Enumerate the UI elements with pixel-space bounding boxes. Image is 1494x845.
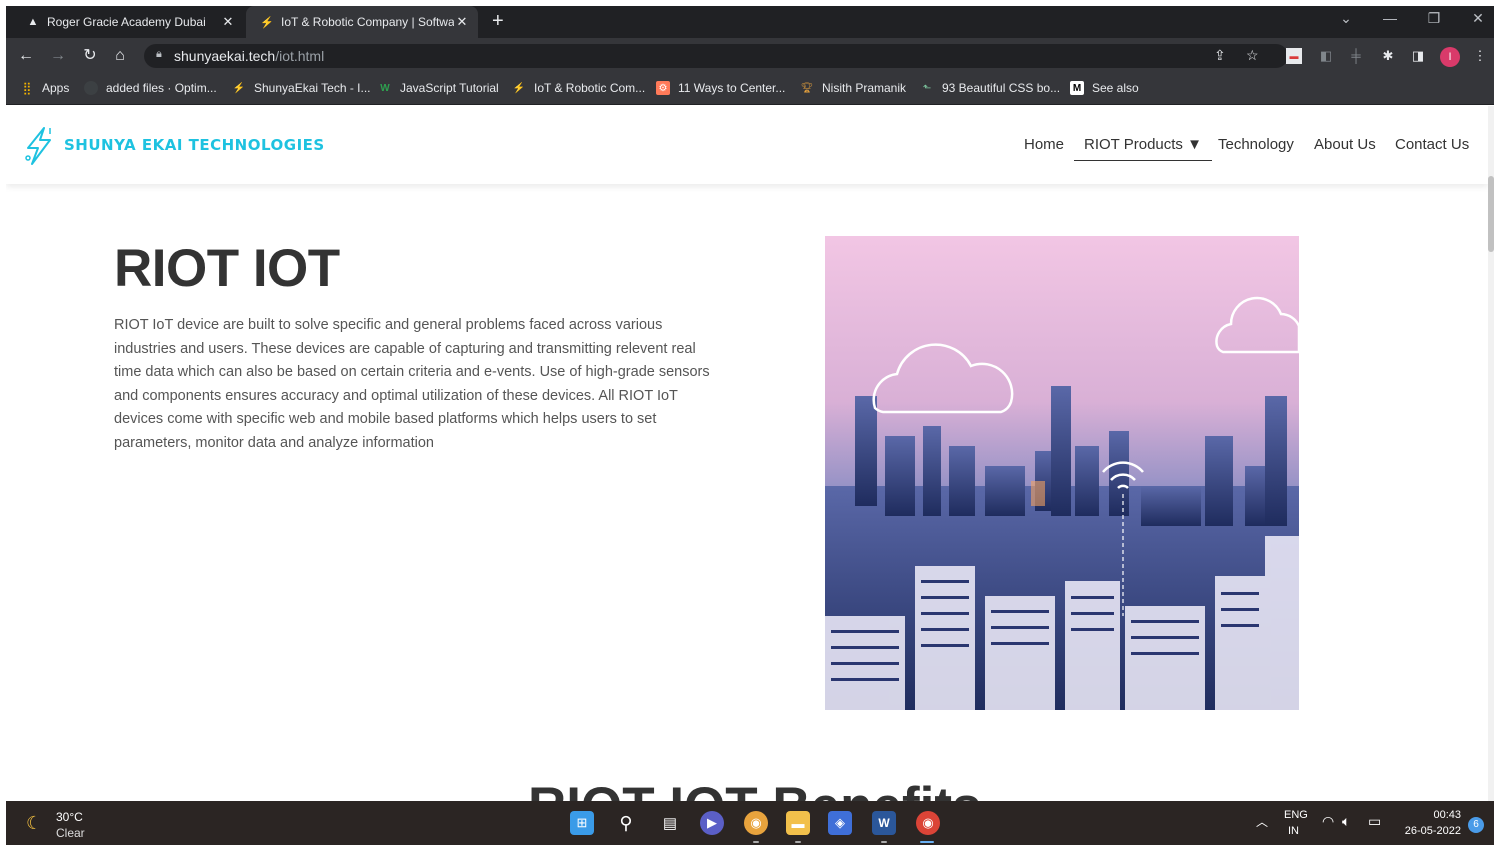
share-icon[interactable]: ⇪ — [1214, 47, 1226, 64]
moon-icon[interactable]: ☾ — [26, 813, 42, 834]
puzzle-icon[interactable]: ✱ — [1380, 48, 1396, 64]
restore-button[interactable]: ❐ — [1422, 10, 1446, 27]
nav-home[interactable]: Home — [1024, 136, 1064, 153]
battery-icon[interactable]: ▭ — [1368, 813, 1381, 830]
tab-roger-gracie[interactable]: ▲ Roger Gracie Academy Dubai ✕ — [12, 6, 244, 38]
browser-window: ▲ Roger Gracie Academy Dubai ✕ ⚡ IoT & R… — [6, 6, 1494, 845]
shunya-logo-icon: ⚡ — [232, 82, 246, 94]
forward-arrow-icon[interactable]: → — [48, 46, 68, 66]
language-indicator[interactable]: ENG — [1284, 809, 1308, 821]
browser-toolbar: ← → ↻ ⌂ 🔒︎ shunyaekai.tech/iot.html ⇪ ☆ … — [6, 38, 1494, 74]
teams-chat-icon[interactable]: ▶ — [700, 811, 724, 835]
extension-icon[interactable]: ╪ — [1348, 48, 1364, 64]
close-tab-icon[interactable]: ✕ — [220, 14, 236, 30]
shunya-logo-icon: ⚡ — [512, 82, 526, 94]
w3schools-icon: W — [380, 82, 390, 94]
tab-title: IoT & Robotic Company | Softwa — [281, 15, 454, 29]
star-icon[interactable]: ☆ — [1246, 47, 1259, 64]
nav-contact-us[interactable]: Contact Us — [1395, 136, 1469, 153]
nav-riot-products[interactable]: RIOT Products ▼ — [1074, 136, 1212, 161]
hero-description: RIOT IoT device are built to solve speci… — [114, 317, 710, 451]
smart-city-image — [825, 236, 1299, 710]
tab-title: Roger Gracie Academy Dubai — [47, 15, 206, 29]
running-indicator — [753, 841, 759, 843]
home-icon[interactable]: ⌂ — [110, 46, 130, 66]
task-view-icon[interactable]: ▤ — [658, 811, 682, 835]
windows-taskbar: ☾ 30°C Clear ⊞ ⚲ ▤ ▶ ◉ ▬ ◈ W ◉ ︿ ENG IN … — [6, 801, 1494, 845]
hubspot-icon: ⚙ — [656, 81, 670, 95]
new-tab-button[interactable]: + — [492, 10, 504, 32]
bookmark-item[interactable]: M See also — [1070, 81, 1139, 95]
bookmark-item[interactable]: 🏆︎ Nisith Pramanik — [800, 81, 906, 95]
section-title-benefits: RIOT IOT Benefits — [528, 776, 981, 801]
github-icon — [84, 81, 98, 95]
clock-time[interactable]: 00:43 — [1401, 809, 1461, 821]
web-page: SHUNYA EKAI TECHNOLOGIES Home RIOT Produ… — [6, 106, 1488, 801]
brand-name[interactable]: SHUNYA EKAI TECHNOLOGIES — [64, 136, 325, 154]
close-window-button[interactable]: ✕ — [1466, 10, 1490, 27]
tab-search-icon[interactable]: ⌄ — [1334, 10, 1358, 27]
page-scrollbar[interactable] — [1488, 106, 1494, 801]
weather-condition[interactable]: Clear — [56, 826, 85, 840]
bookmark-item[interactable]: ⚡ IoT & Robotic Com... — [512, 81, 645, 95]
medium-icon: M — [1070, 81, 1084, 95]
bookmark-item[interactable]: ⚙ 11 Ways to Center... — [656, 81, 785, 95]
bookmark-item[interactable]: W JavaScript Tutorial — [378, 81, 498, 95]
minimize-button[interactable]: — — [1378, 10, 1402, 26]
extension-icon[interactable]: ◧ — [1318, 48, 1334, 64]
windows-start-icon[interactable]: ⊞ — [570, 811, 594, 835]
profile-avatar[interactable]: I — [1440, 47, 1460, 67]
search-icon[interactable]: ⚲ — [614, 811, 638, 835]
back-arrow-icon[interactable]: ← — [16, 46, 36, 66]
chrome-canary-icon[interactable]: ◉ — [744, 811, 768, 835]
nav-about-us[interactable]: About Us — [1314, 136, 1376, 153]
store-icon[interactable]: ◈ — [828, 811, 852, 835]
hero-title: RIOT IOT — [114, 239, 340, 298]
running-indicator — [795, 841, 801, 843]
extension-icon[interactable]: ▬ — [1286, 48, 1302, 64]
chrome-icon[interactable]: ◉ — [916, 811, 940, 835]
address-bar[interactable]: 🔒︎ shunyaekai.tech/iot.html ⇪ ☆ — [144, 44, 1288, 68]
tab-strip: ▲ Roger Gracie Academy Dubai ✕ ⚡ IoT & R… — [6, 6, 1494, 38]
scrollbar-thumb[interactable] — [1488, 176, 1494, 252]
speaker-icon[interactable]: 🔈︎ — [1342, 813, 1350, 830]
clock-date[interactable]: 26-05-2022 — [1401, 825, 1461, 837]
bookmark-apps[interactable]: ⣿ Apps — [20, 81, 70, 95]
bookmark-item[interactable]: ⚡ ShunyaEkai Tech - I... — [232, 81, 371, 95]
triangle-logo-icon: ▲ — [27, 16, 39, 28]
tab-iot-robotic[interactable]: ⚡ IoT & Robotic Company | Softwa ✕ — [246, 6, 478, 38]
reload-icon[interactable]: ↻ — [80, 46, 100, 66]
lock-icon[interactable]: 🔒︎ — [156, 48, 162, 61]
trophy-icon: 🏆︎ — [800, 82, 814, 94]
chevron-up-icon[interactable]: ︿ — [1256, 813, 1268, 830]
bookmarks-bar: ⣿ Apps added files · Optim... ⚡ ShunyaEk… — [6, 74, 1494, 105]
shunya-logo-icon[interactable] — [22, 124, 56, 166]
running-indicator — [881, 841, 887, 843]
bookmark-favicon-icon: ⬑ — [922, 82, 932, 94]
language-region[interactable]: IN — [1288, 825, 1299, 837]
wifi-icon[interactable]: ◠ — [1322, 813, 1334, 830]
word-icon[interactable]: W — [872, 811, 896, 835]
active-indicator — [920, 841, 934, 843]
menu-kebab-icon[interactable]: ⋮ — [1472, 48, 1488, 64]
side-panel-icon[interactable]: ◨ — [1410, 48, 1426, 64]
notification-badge[interactable]: 6 — [1468, 817, 1484, 833]
apps-grid-icon: ⣿ — [22, 81, 32, 95]
bookmark-item[interactable]: ⬑ 93 Beautiful CSS bo... — [920, 81, 1060, 95]
site-navbar: SHUNYA EKAI TECHNOLOGIES Home RIOT Produ… — [6, 106, 1488, 184]
shunya-logo-icon: ⚡ — [260, 16, 274, 29]
weather-temperature[interactable]: 30°C — [56, 810, 83, 824]
nav-technology[interactable]: Technology — [1218, 136, 1294, 153]
url-text[interactable]: shunyaekai.tech/iot.html — [174, 48, 324, 64]
close-tab-icon[interactable]: ✕ — [454, 14, 470, 30]
bookmark-item[interactable]: added files · Optim... — [84, 81, 217, 95]
file-explorer-icon[interactable]: ▬ — [786, 811, 810, 835]
